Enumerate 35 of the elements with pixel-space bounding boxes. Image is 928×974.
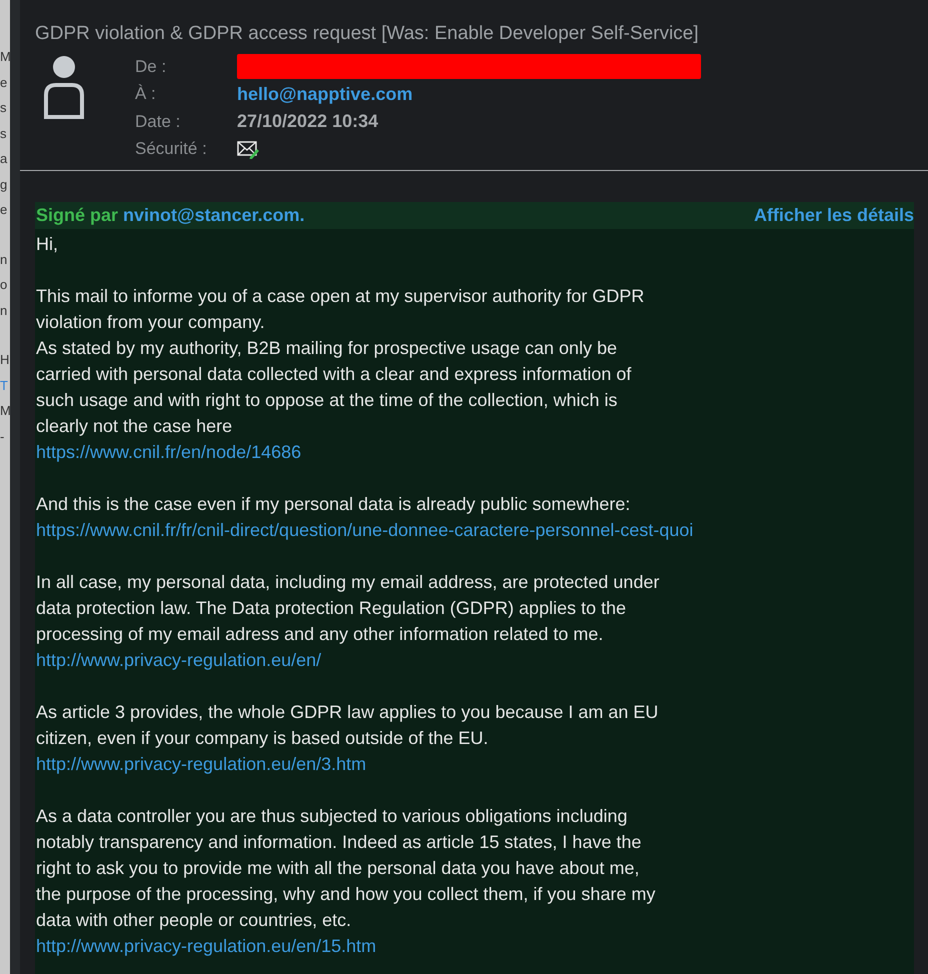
url-link[interactable]: https://www.cnil.fr/en/node/14686 [36, 439, 302, 465]
recipient-link[interactable]: hello@napptive.com [237, 84, 413, 105]
url-link[interactable]: http://www.privacy-regulation.eu/en/3.htm [36, 751, 366, 777]
text-fragment: g [0, 176, 8, 194]
text-fragment: e [0, 74, 8, 92]
url-link[interactable]: http://www.privacy-regulation.eu/en/15.htm [36, 933, 376, 959]
field-label: Date : [135, 112, 182, 132]
signed-envelope-icon[interactable] [237, 139, 259, 160]
details-link[interactable]: Afficher les détails [754, 205, 914, 226]
text-fragment: a [0, 150, 8, 168]
message-paragraph: As article 3 provides, the whole GDPR law applies to you because I am an EU citizen, even if your company is based outside of the EU. [36, 701, 660, 750]
text-fragment: - [0, 428, 6, 446]
text-fragment: M [0, 48, 10, 66]
field-label: De : [135, 56, 168, 77]
text-fragment: s [0, 99, 8, 117]
text-fragment: s [0, 124, 8, 142]
text-fragment: e [0, 201, 8, 219]
message-paragraph: As a data controller you are thus subjected to various obligations including notably transparency and information. Indeed as article 15 states, I have the right to ask you to provide me with all the personal data you have about me, the purpose of the processing, why and how you collect them, if you share my data with other people or countries, etc. [36, 805, 656, 932]
subject-title: GDPR violation & GDPR access request [Was: Enable Developer Self-Service] [34, 22, 700, 45]
message-paragraph: Hi, [36, 233, 59, 256]
signature-text: Signé par nvinot@stancer.com. [35, 205, 305, 226]
message-paragraph: And this is the case even if my personal data is already public somewhere: [36, 493, 632, 516]
avatar-icon [42, 55, 86, 119]
url-link[interactable]: https://www.cnil.fr/fr/cnil-direct/question/une-donnee-caractere-personnel-cest-quoi [36, 517, 694, 543]
url-link[interactable]: http://www.privacy-regulation.eu/en/ [36, 647, 322, 673]
text-fragment: M [0, 402, 10, 420]
text-fragment: H [0, 351, 10, 369]
text-fragment: o [0, 276, 8, 294]
message-paragraph: In all case, my personal data, including my email address, are protected under data protection law. The Data protection Regulation (GDPR) applies to the processing of my email adress and any other information related to me. [36, 571, 660, 646]
message-paragraph: This mail to informe you of a case open at my supervisor authority for GDPR violation from your company. As stated by my authority, B2B mailing for prospective usage can only be carried with personal data collected with a clear and express information of such usage and with right to oppose at the time of the collection, which is clearly not the case here [36, 285, 646, 438]
date-value: 27/10/2022 10:34 [237, 111, 378, 132]
field-label: Sécurité : [135, 139, 208, 160]
text-fragment: n [0, 302, 8, 320]
text-fragment: n [0, 250, 8, 268]
field-label: À : [135, 84, 157, 104]
